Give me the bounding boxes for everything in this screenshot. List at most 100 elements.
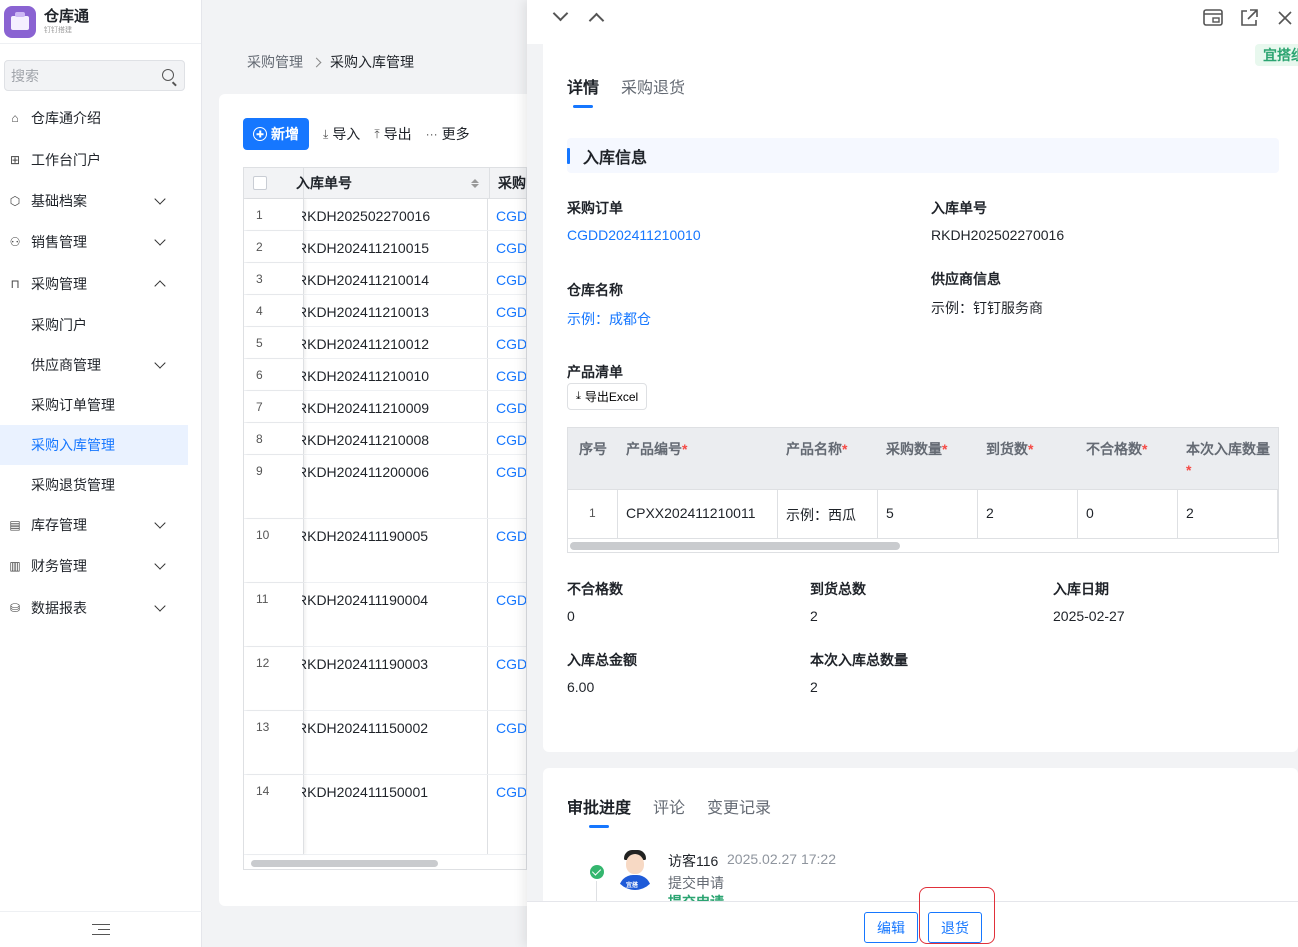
table-row[interactable]: 7 RKDH202411210009 CGD <box>244 391 526 423</box>
search-input[interactable] <box>5 61 184 90</box>
detail-tabs: 详情 采购退货 <box>567 74 685 108</box>
table-row[interactable]: 10 RKDH202411190005 CGD <box>244 519 526 583</box>
row-po-link[interactable]: CGD <box>488 647 526 710</box>
row-po-link[interactable]: CGD <box>488 391 526 422</box>
sidebar-item-label: 采购入库管理 <box>31 437 115 453</box>
sidebar-item-12[interactable]: ⛁ 数据报表 <box>0 588 188 628</box>
chevron-down-icon[interactable] <box>154 600 166 612</box>
row-po-link[interactable]: CGD <box>488 199 526 230</box>
table-row[interactable]: 1 RKDH202502270016 CGD <box>244 199 526 231</box>
grid-icon: ⊞ <box>9 153 21 167</box>
sidebar-item-6[interactable]: 供应商管理 <box>0 345 188 385</box>
import-label: 导入 <box>332 126 361 142</box>
select-all-checkbox[interactable] <box>253 176 267 190</box>
approved-check-icon <box>590 865 604 879</box>
table-row[interactable]: 4 RKDH202411210013 CGD <box>244 295 526 327</box>
sidebar-item-0[interactable]: ⌂ 仓库通介绍 <box>0 98 188 138</box>
arrived-total-value: 2 <box>810 608 818 624</box>
table-row[interactable]: 14 RKDH202411150001 CGD <box>244 775 526 855</box>
header-seq: 序号 <box>579 441 607 457</box>
close-icon[interactable] <box>1277 10 1293 26</box>
sidebar-item-11[interactable]: ▥ 财务管理 <box>0 546 188 586</box>
po-link[interactable]: CGDD202411210010 <box>567 227 701 243</box>
inbound-no-value: RKDH202502270016 <box>931 227 1065 243</box>
sidebar-item-10[interactable]: ▤ 库存管理 <box>0 505 188 545</box>
sidebar-item-label: 采购退货管理 <box>31 477 115 493</box>
avatar: 宜搭 <box>614 848 656 890</box>
row-index: 14 <box>244 775 304 854</box>
chevron-down-icon[interactable] <box>154 234 166 246</box>
row-po-link[interactable]: CGD <box>488 455 526 518</box>
breadcrumb: 采购管理 采购入库管理 <box>247 52 414 72</box>
edit-button[interactable]: 编辑 <box>864 912 918 943</box>
table-row[interactable]: 5 RKDH202411210012 CGD <box>244 327 526 359</box>
approval-tabs: 审批进度 评论 变更记录 <box>567 794 771 828</box>
window-icon[interactable] <box>1203 9 1223 27</box>
tab-change-history[interactable]: 变更记录 <box>707 794 771 828</box>
grid-horizontal-scrollbar[interactable] <box>251 860 438 867</box>
row-po-link[interactable]: CGD <box>488 359 526 390</box>
row-inbound-no: RKDH202411210008 <box>302 423 488 454</box>
import-icon: ⤓ <box>323 126 329 141</box>
sidebar-item-label: 采购门户 <box>31 317 87 333</box>
new-button[interactable]: 新增 <box>243 118 309 150</box>
section-inbound-info: 入库信息 <box>567 138 1279 173</box>
new-button-label: 新增 <box>271 126 299 142</box>
sidebar-item-2[interactable]: ⬡ 基础档案 <box>0 181 188 221</box>
chevron-down-icon[interactable] <box>154 357 166 369</box>
row-index: 6 <box>244 359 304 390</box>
warehouse-link[interactable]: 示例：成都仓 <box>567 309 651 329</box>
chevron-up-icon[interactable] <box>154 280 166 292</box>
table-row[interactable]: 6 RKDH202411210010 CGD <box>244 359 526 391</box>
tab-comment[interactable]: 评论 <box>653 794 685 828</box>
search-icon[interactable] <box>162 69 174 81</box>
row-po-link[interactable]: CGD <box>488 327 526 358</box>
tab-approval-progress[interactable]: 审批进度 <box>567 794 631 828</box>
collapse-icon <box>92 923 110 936</box>
export-button[interactable]: ⤒ 导出 <box>374 124 411 144</box>
sidebar-item-8[interactable]: 采购入库管理 <box>0 425 188 465</box>
column-header-inbound-no[interactable]: 入库单号 <box>296 168 490 198</box>
row-po-link[interactable]: CGD <box>488 423 526 454</box>
sidebar-item-3[interactable]: ⚇ 销售管理 <box>0 222 188 262</box>
collapse-sidebar-button[interactable] <box>0 911 202 947</box>
product-table-scrollbar[interactable] <box>570 542 900 550</box>
table-row[interactable]: 3 RKDH202411210014 CGD <box>244 263 526 295</box>
row-index: 5 <box>244 327 304 358</box>
table-row[interactable]: 8 RKDH202411210008 CGD <box>244 423 526 455</box>
sidebar-item-7[interactable]: 采购订单管理 <box>0 385 188 425</box>
open-new-window-icon[interactable] <box>1239 8 1259 28</box>
chevron-down-icon[interactable] <box>154 517 166 529</box>
table-row[interactable]: 13 RKDH202411150002 CGD <box>244 711 526 775</box>
table-row[interactable]: 2 RKDH202411210015 CGD <box>244 231 526 263</box>
tab-detail[interactable]: 详情 <box>567 74 599 108</box>
row-po-link[interactable]: CGD <box>488 711 526 774</box>
row-po-link[interactable]: CGD <box>488 231 526 262</box>
table-row[interactable]: 9 RKDH202411200006 CGD <box>244 455 526 519</box>
chevron-down-icon[interactable] <box>154 193 166 205</box>
row-po-link[interactable]: CGD <box>488 583 526 646</box>
breadcrumb-parent[interactable]: 采购管理 <box>247 52 303 72</box>
more-button[interactable]: ··· 更多 <box>426 124 470 144</box>
column-header-po[interactable]: 采购 <box>490 168 526 198</box>
import-button[interactable]: ⤓ 导入 <box>323 124 360 144</box>
next-record-chevron-up-icon[interactable] <box>588 12 605 29</box>
sort-icon[interactable] <box>471 178 479 188</box>
previous-record-chevron-down-icon[interactable] <box>552 5 569 22</box>
chevron-down-icon[interactable] <box>154 558 166 570</box>
table-row[interactable]: 12 RKDH202411190003 CGD <box>244 647 526 711</box>
sidebar-item-1[interactable]: ⊞ 工作台门户 <box>0 140 188 180</box>
database-icon: ⛁ <box>9 601 21 615</box>
row-index: 3 <box>244 263 304 294</box>
sidebar-item-4[interactable]: ⊓ 采购管理 <box>0 264 188 304</box>
header-code: 产品编号* <box>626 441 688 457</box>
sidebar-item-5[interactable]: 采购门户 <box>0 305 188 345</box>
table-row[interactable]: 11 RKDH202411190004 CGD <box>244 583 526 647</box>
row-po-link[interactable]: CGD <box>488 295 526 326</box>
row-po-link[interactable]: CGD <box>488 775 526 854</box>
row-po-link[interactable]: CGD <box>488 519 526 582</box>
row-po-link[interactable]: CGD <box>488 263 526 294</box>
sidebar-item-9[interactable]: 采购退货管理 <box>0 465 188 505</box>
export-excel-button[interactable]: ⤓ 导出Excel <box>567 383 648 410</box>
tab-purchase-return[interactable]: 采购退货 <box>621 74 685 108</box>
